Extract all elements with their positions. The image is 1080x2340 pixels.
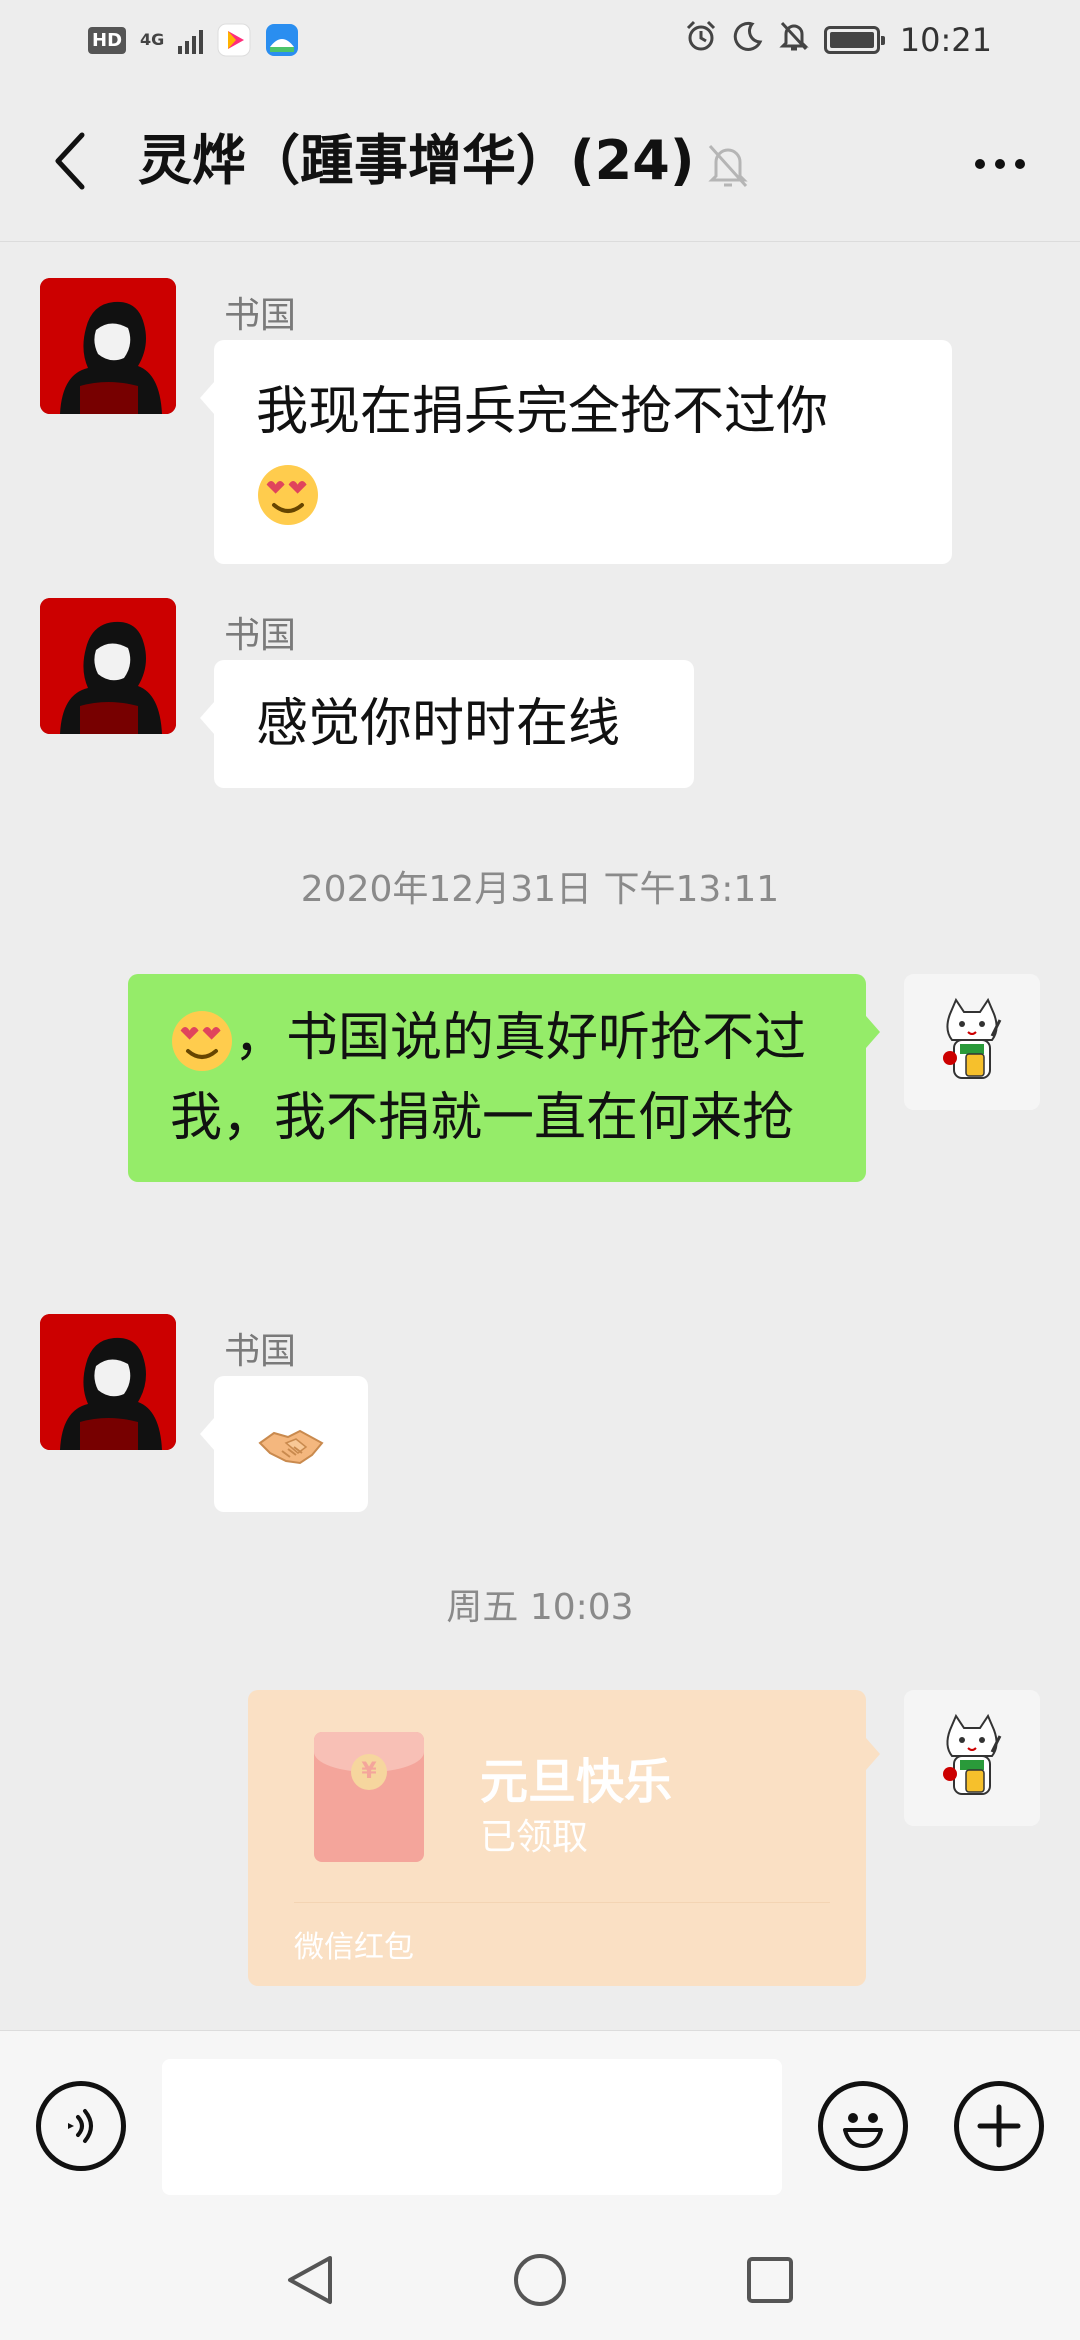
handshake-emoji-icon	[258, 1429, 324, 1465]
message-text: 感觉你时时在线	[256, 694, 621, 754]
message-bubble[interactable]: 感觉你时时在线	[200, 660, 694, 788]
battery-icon	[823, 26, 885, 54]
more-icon[interactable]	[960, 136, 1040, 192]
moon-icon	[732, 20, 764, 60]
system-nav-bar	[0, 2210, 1080, 2340]
heart-eyes-emoji-icon	[258, 465, 318, 525]
nav-recents-icon[interactable]	[740, 2250, 800, 2310]
bell-off-icon	[778, 19, 810, 61]
sender-name: 书国	[224, 1331, 297, 1372]
nav-back-icon[interactable]	[280, 2250, 340, 2310]
back-icon[interactable]	[40, 126, 100, 196]
message-input[interactable]	[162, 2059, 782, 2195]
red-envelope-icon: ¥	[314, 1732, 424, 1862]
red-packet-status: 已领取	[480, 1817, 589, 1858]
alarm-icon	[684, 19, 718, 61]
self-avatar[interactable]	[904, 974, 1040, 1110]
message-text: ，书国说的真好听抢不过我，我不捐就一直在何来抢	[170, 1008, 807, 1148]
status-left: HD 4G	[88, 23, 299, 57]
timestamp: 2020年12月31日 下午13:11	[300, 869, 780, 910]
avatar[interactable]	[40, 598, 176, 734]
nav-home-icon[interactable]	[510, 2250, 570, 2310]
message-text: 我现在捐兵完全抢不过你	[256, 382, 829, 442]
timestamp: 周五 10:03	[446, 1587, 634, 1628]
heart-eyes-emoji-icon	[172, 1011, 232, 1071]
message-bubble-self[interactable]: ，书国说的真好听抢不过我，我不捐就一直在何来抢	[128, 974, 880, 1182]
emoji-icon[interactable]	[818, 2081, 908, 2171]
network-type: 4G	[140, 30, 165, 49]
red-packet-label: 微信红包	[294, 1930, 414, 1965]
status-bar: HD 4G 10:21	[0, 0, 1080, 80]
red-packet-card[interactable]: ¥ 元旦快乐 已领取 微信红包	[248, 1690, 880, 1986]
red-packet-title: 元旦快乐	[480, 1754, 673, 1810]
red-packet-divider	[294, 1902, 830, 1903]
chat-header: 灵烨（踵事增华）(24)	[0, 80, 1080, 242]
sender-name: 书国	[224, 615, 297, 656]
avatar[interactable]	[40, 1314, 176, 1450]
message-bubble[interactable]	[200, 1376, 368, 1512]
self-avatar[interactable]	[904, 1690, 1040, 1826]
signal-icon	[178, 26, 204, 54]
hd-badge: HD	[88, 26, 127, 54]
message-bubble[interactable]: 我现在捐兵完全抢不过你	[200, 340, 952, 564]
chat-title: 灵烨（踵事增华）(24)	[138, 129, 695, 192]
video-app-icon	[217, 23, 251, 57]
input-bar	[0, 2030, 1080, 2210]
mail-app-icon	[265, 23, 299, 57]
status-right: 10:21	[684, 19, 992, 61]
mute-icon	[700, 136, 756, 192]
avatar[interactable]	[40, 278, 176, 414]
voice-icon[interactable]	[36, 2081, 126, 2171]
plus-icon[interactable]	[954, 2081, 1044, 2171]
clock: 10:21	[899, 21, 992, 59]
sender-name: 书国	[224, 295, 297, 336]
